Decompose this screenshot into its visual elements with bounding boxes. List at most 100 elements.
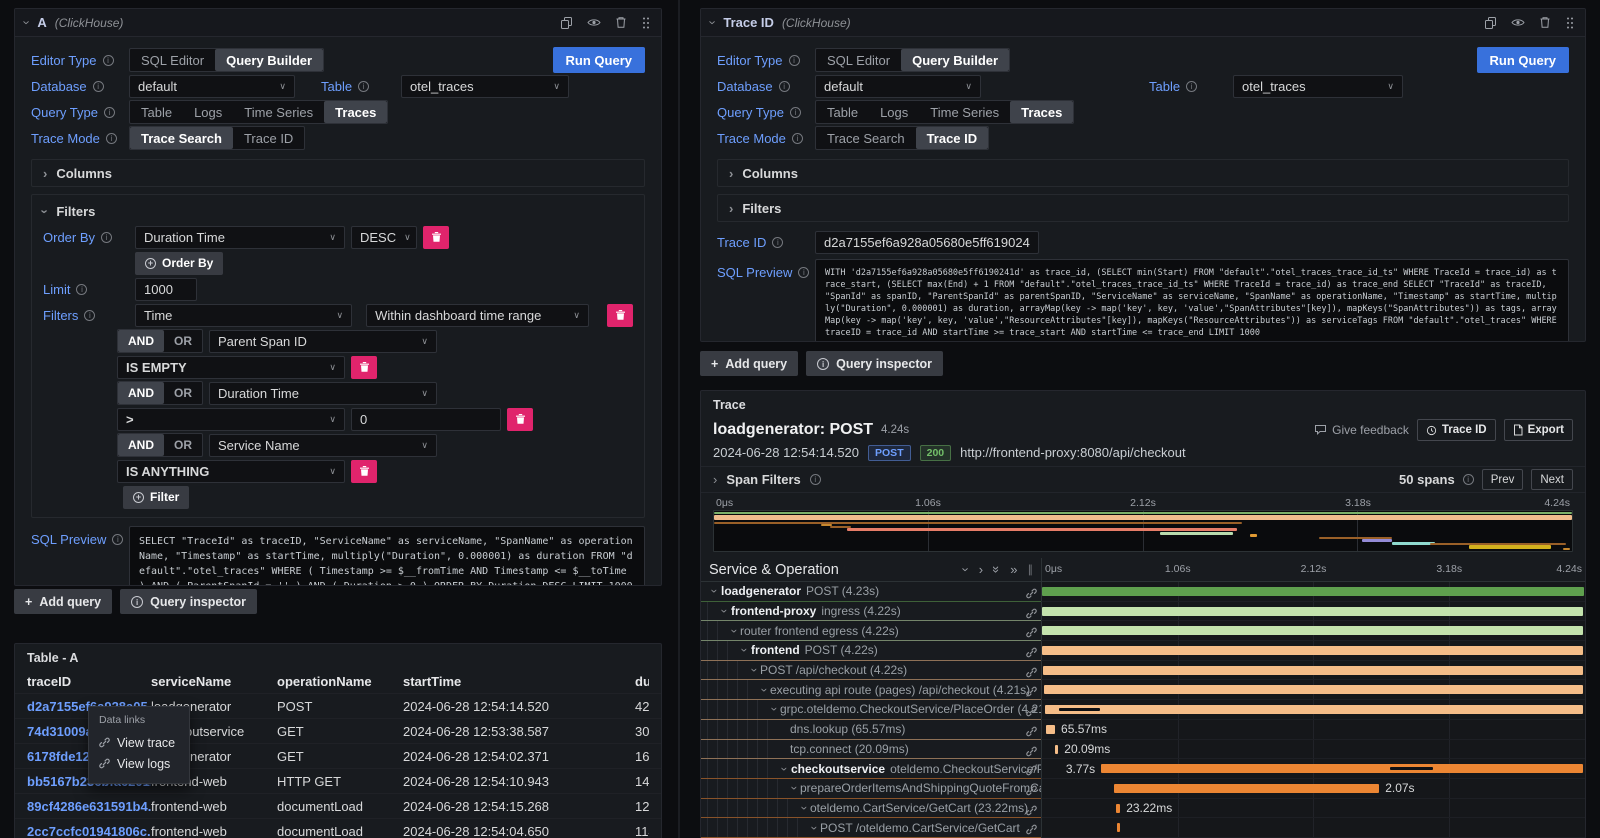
info-icon[interactable]: i: [792, 133, 803, 144]
span-name-cell[interactable]: ›executing api route (pages) /api/checko…: [701, 680, 1041, 700]
span-bar[interactable]: [1055, 745, 1058, 754]
filter-3-operator-select[interactable]: IS ANYTHING∨: [117, 460, 345, 483]
filters-section-collapsed[interactable]: › Filters: [717, 194, 1569, 222]
database-select[interactable]: default∨: [815, 75, 981, 98]
option-or[interactable]: OR: [164, 330, 202, 352]
option-trace-search[interactable]: Trace Search: [130, 127, 233, 149]
trace-id-input[interactable]: [815, 231, 1039, 254]
span-link-icon[interactable]: [1026, 586, 1037, 602]
span-chevron-icon[interactable]: ›: [808, 821, 820, 834]
add-query-button[interactable]: +Add query: [14, 589, 112, 614]
span-name-cell[interactable]: dns.lookup (65.57ms): [701, 720, 1041, 740]
filters-section-header[interactable]: › Filters: [43, 201, 633, 221]
span-chevron-icon[interactable]: ›: [778, 762, 790, 775]
option-table[interactable]: Table: [816, 101, 869, 123]
query-type-toggle[interactable]: TableLogsTime SeriesTraces: [129, 100, 388, 124]
editor-type-toggle[interactable]: SQL EditorQuery Builder: [129, 48, 324, 72]
option-sql-editor[interactable]: SQL Editor: [816, 49, 901, 71]
span-name-cell[interactable]: ›POST /api/checkout (4.22s): [701, 661, 1041, 681]
run-query-button[interactable]: Run Query: [1477, 47, 1569, 73]
option-table[interactable]: Table: [130, 101, 183, 123]
span-bar[interactable]: [1042, 646, 1583, 655]
span-chevron-icon[interactable]: ›: [748, 664, 760, 677]
option-sql-editor[interactable]: SQL Editor: [130, 49, 215, 71]
span-name-cell[interactable]: ›POST /oteldemo.CartService/GetCart: [701, 818, 1041, 838]
span-chevron-icon[interactable]: ›: [708, 585, 720, 598]
info-icon[interactable]: i: [772, 237, 783, 248]
info-icon[interactable]: i: [112, 534, 123, 545]
column-resizer-handle[interactable]: ∥: [1028, 563, 1034, 576]
filter-1-field-select[interactable]: Parent Span ID∨: [209, 330, 437, 353]
span-name-cell[interactable]: ›grpc.oteldemo.CheckoutService/PlaceOrde…: [701, 700, 1041, 720]
trace-id-button[interactable]: Trace ID: [1417, 419, 1496, 441]
query-type-toggle[interactable]: TableLogsTime SeriesTraces: [815, 100, 1074, 124]
option-trace-id[interactable]: Trace ID: [233, 127, 304, 149]
option-trace-id[interactable]: Trace ID: [916, 127, 989, 149]
info-icon[interactable]: i: [358, 81, 369, 92]
span-link-icon[interactable]: [1026, 822, 1037, 838]
remove-query-trash-icon[interactable]: [615, 16, 627, 29]
span-link-icon[interactable]: [1026, 606, 1037, 622]
editor-type-toggle[interactable]: SQL EditorQuery Builder: [815, 48, 1010, 72]
columns-section-collapsed[interactable]: › Columns: [31, 159, 645, 187]
filter-3-field-select[interactable]: Service Name∨: [209, 434, 437, 457]
remove-order-by-button[interactable]: [423, 226, 449, 249]
view-trace-link[interactable]: View trace: [99, 732, 179, 753]
option-traces[interactable]: Traces: [324, 101, 387, 123]
add-query-button[interactable]: +Add query: [700, 351, 798, 376]
option-trace-search[interactable]: Trace Search: [816, 127, 916, 149]
remove-filter-2-button[interactable]: [507, 408, 533, 431]
remove-query-trash-icon[interactable]: [1539, 16, 1551, 29]
info-icon[interactable]: i: [1463, 474, 1474, 485]
view-logs-link[interactable]: View logs: [99, 753, 179, 774]
add-filter-button[interactable]: +Filter: [123, 486, 189, 509]
and-or-toggle[interactable]: ANDOR: [117, 329, 203, 353]
info-icon[interactable]: i: [789, 55, 800, 66]
span-name-cell[interactable]: tcp.connect (20.09ms): [701, 740, 1041, 760]
span-chevron-icon[interactable]: ›: [738, 644, 750, 657]
remove-filter-1-button[interactable]: [351, 356, 377, 379]
span-name-cell[interactable]: ›oteldemo.CartService/GetCart (23.22ms): [701, 799, 1041, 819]
remove-time-filter-button[interactable]: [607, 304, 633, 327]
filter-2-operator-select[interactable]: >∨: [117, 408, 345, 431]
span-link-icon[interactable]: [1026, 645, 1037, 661]
option-traces[interactable]: Traces: [1010, 101, 1073, 123]
add-order-by-button[interactable]: +Order By: [135, 252, 223, 275]
span-link-icon[interactable]: [1026, 783, 1037, 799]
span-bar[interactable]: [1101, 764, 1583, 773]
span-chevron-icon[interactable]: ›: [768, 703, 780, 716]
duplicate-query-icon[interactable]: [560, 16, 573, 29]
drag-handle-icon[interactable]: [1565, 16, 1575, 30]
option-and[interactable]: AND: [118, 330, 164, 352]
next-button[interactable]: Next: [1531, 469, 1573, 490]
span-name-cell[interactable]: ›router frontend egress (4.22s): [701, 621, 1041, 641]
span-name-cell[interactable]: ›checkoutserviceoteldemo.CheckoutService…: [701, 759, 1041, 779]
prev-button[interactable]: Prev: [1482, 469, 1524, 490]
and-or-toggle[interactable]: ANDOR: [117, 381, 203, 405]
option-query-builder[interactable]: Query Builder: [215, 49, 323, 71]
option-logs[interactable]: Logs: [183, 101, 233, 123]
span-bar[interactable]: [1043, 666, 1583, 675]
drag-handle-icon[interactable]: [641, 16, 651, 30]
time-field-select[interactable]: Time∨: [135, 304, 352, 327]
span-chevron-icon[interactable]: ›: [798, 801, 810, 814]
span-link-icon[interactable]: [1026, 704, 1037, 720]
remove-filter-3-button[interactable]: [351, 460, 377, 483]
info-icon[interactable]: i: [84, 310, 95, 321]
span-filters-bar[interactable]: › Span Filters i 50 spans i Prev Next: [701, 466, 1585, 493]
collapse-chevron-icon[interactable]: ›: [20, 20, 35, 24]
column-header-servicename[interactable]: serviceName: [151, 674, 277, 689]
span-name-cell[interactable]: ›frontendPOST (4.22s): [701, 641, 1041, 661]
info-icon[interactable]: i: [103, 55, 114, 66]
column-header-operationname[interactable]: operationName: [277, 674, 403, 689]
info-icon[interactable]: i: [93, 81, 104, 92]
span-chevron-icon[interactable]: ›: [728, 624, 740, 637]
span-bar[interactable]: [1114, 784, 1379, 793]
span-link-icon[interactable]: [1026, 803, 1037, 819]
limit-input[interactable]: [135, 278, 197, 301]
span-bar[interactable]: [1117, 823, 1120, 832]
span-link-icon[interactable]: [1026, 665, 1037, 681]
option-and[interactable]: AND: [118, 434, 164, 456]
order-by-direction-select[interactable]: DESC∨: [351, 226, 417, 249]
trace-mode-toggle[interactable]: Trace SearchTrace ID: [129, 126, 305, 150]
